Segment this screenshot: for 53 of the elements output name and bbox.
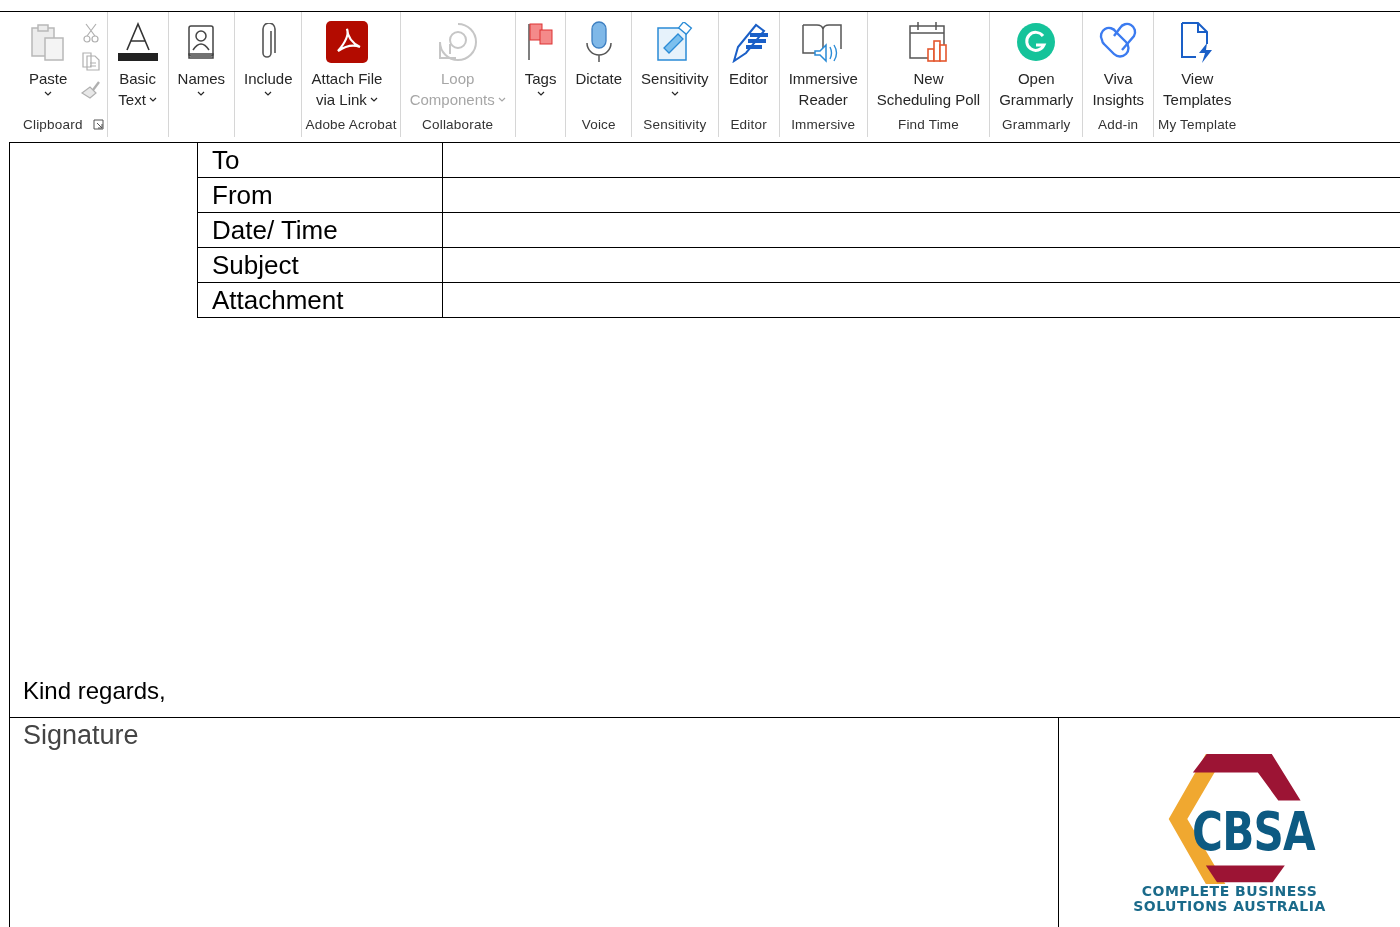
- address-book-icon: [186, 24, 217, 60]
- group-label: Immersive: [791, 116, 856, 132]
- caret-icon: [264, 91, 273, 97]
- ribbon-button[interactable]: Viva Insights: [1086, 18, 1151, 115]
- loop-icon: [437, 22, 478, 62]
- closing-text: Kind regards,: [23, 677, 166, 705]
- ribbon-button[interactable]: Dictate: [569, 18, 629, 115]
- group-label: Adobe Acrobat: [305, 116, 397, 132]
- microphone-icon: [583, 21, 614, 63]
- field-label: To: [198, 143, 443, 177]
- field-label: From: [198, 178, 443, 212]
- ribbon-button[interactable]: Tags: [518, 18, 563, 115]
- logo-text: COMPLETE BUSINESS: [1141, 884, 1318, 899]
- group-label: Voice: [581, 116, 616, 132]
- ribbon-button[interactable]: Editor: [721, 18, 776, 115]
- caret-icon: [197, 91, 206, 97]
- document-tag-icon: [655, 22, 694, 62]
- ribbon-button[interactable]: Paste: [23, 18, 74, 115]
- field-label: Date/ Time: [198, 213, 443, 247]
- group-label: Sensitivity: [643, 116, 707, 132]
- ribbon-button[interactable]: Immersive Reader: [782, 18, 864, 115]
- ribbon-button[interactable]: New Scheduling Poll: [870, 18, 987, 115]
- calendar-chart-icon: [907, 21, 950, 63]
- ribbon-button[interactable]: View Templates: [1157, 18, 1238, 115]
- caret-icon: [497, 96, 506, 103]
- pdf-icon: [325, 21, 368, 63]
- logo-text: CBSA: [1191, 800, 1315, 863]
- ribbon-button[interactable]: Basic Text: [110, 18, 165, 115]
- caret-icon: [148, 96, 157, 103]
- caret-icon: [369, 96, 378, 103]
- group-label: Editor: [730, 116, 767, 132]
- caret-icon: [44, 91, 53, 97]
- group-label: Collaborate: [422, 116, 494, 132]
- signature-label: Signature: [23, 720, 139, 750]
- logo-text: SOLUTIONS AUSTRALIA: [1133, 899, 1326, 914]
- font-color-icon: [116, 22, 159, 62]
- ribbon-button[interactable]: Open Grammarly: [993, 18, 1080, 115]
- ribbon-button[interactable]: Names: [171, 18, 232, 115]
- dialog-launcher-icon[interactable]: [92, 118, 104, 130]
- ribbon-button[interactable]: Include: [238, 18, 299, 115]
- group-label: My Template: [1158, 116, 1237, 132]
- group-label: Add-in: [1098, 116, 1139, 132]
- flag-icon: [526, 22, 555, 62]
- field-label: Attachment: [198, 283, 443, 317]
- group-label: Find Time: [897, 116, 960, 132]
- group-label: Grammarly: [1002, 116, 1071, 132]
- caret-icon: [536, 91, 545, 97]
- field-label: Subject: [198, 248, 443, 282]
- group-label: Clipboard: [23, 116, 83, 132]
- ribbon-button[interactable]: Sensitivity: [635, 18, 715, 115]
- caret-icon: [670, 91, 679, 97]
- grammarly-icon: [1016, 22, 1057, 62]
- ribbon-button[interactable]: Attach File via Link: [305, 18, 389, 115]
